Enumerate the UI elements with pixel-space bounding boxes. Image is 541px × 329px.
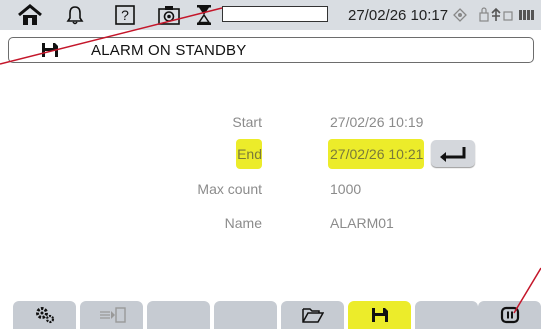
help-glyph: ?	[121, 7, 129, 23]
battery-icon	[518, 3, 536, 27]
end-value[interactable]: 27/02/26 10:21	[330, 146, 423, 162]
folder-icon	[301, 308, 324, 323]
tab-pause[interactable]	[478, 301, 541, 329]
max-count-label: Max count	[197, 181, 262, 197]
max-count-value[interactable]: 1000	[330, 181, 361, 197]
tab-export[interactable]	[80, 301, 143, 329]
name-label: Name	[224, 215, 262, 231]
start-value[interactable]: 27/02/26 10:19	[330, 114, 423, 130]
end-label: End	[237, 146, 262, 162]
save-icon	[41, 42, 59, 63]
enter-button[interactable]	[431, 140, 475, 167]
save-icon	[371, 308, 388, 322]
camera-icon[interactable]	[157, 3, 181, 27]
help-icon[interactable]: ?	[114, 3, 136, 27]
tab-3[interactable]	[147, 301, 210, 329]
page-header: ALARM ON STANDBY	[8, 37, 534, 63]
home-icon[interactable]	[16, 3, 44, 27]
bell-icon[interactable]	[64, 3, 86, 27]
pause-icon	[500, 306, 519, 324]
lock-usb-icon	[479, 3, 513, 27]
export-icon	[99, 307, 126, 323]
sun-icon	[452, 3, 468, 27]
status-datetime: 27/02/26 10:17	[348, 7, 449, 24]
progress-bar	[222, 6, 328, 22]
enter-icon	[440, 146, 466, 162]
tab-4[interactable]	[214, 301, 277, 329]
tab-7[interactable]	[415, 301, 478, 329]
settings-icon	[35, 307, 54, 324]
tab-save[interactable]	[348, 301, 411, 329]
hourglass-icon	[196, 3, 212, 27]
status-bar: ? 27/02/26 10:17	[0, 0, 541, 30]
name-value[interactable]: ALARM01	[330, 215, 394, 231]
start-label: Start	[232, 114, 262, 130]
page-title: ALARM ON STANDBY	[91, 42, 247, 59]
tab-settings[interactable]	[13, 301, 76, 329]
tab-open[interactable]	[281, 301, 344, 329]
